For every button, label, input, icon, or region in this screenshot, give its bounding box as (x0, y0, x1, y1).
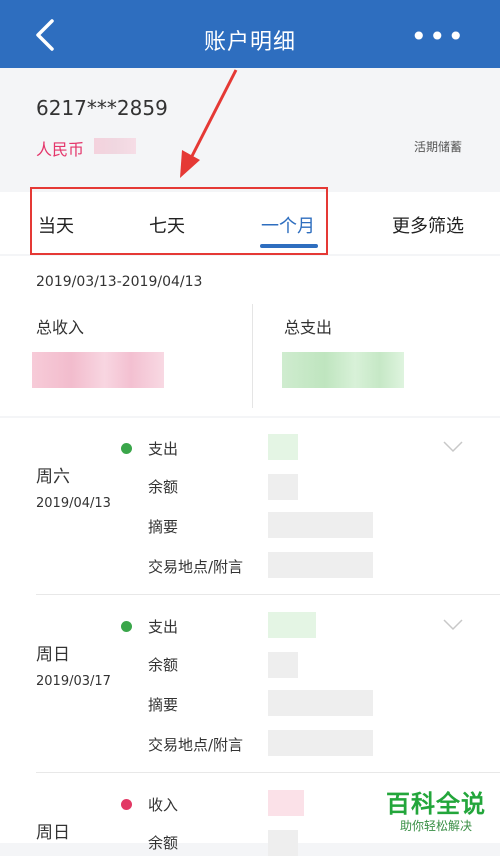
blurred-value (268, 474, 298, 500)
active-tab-indicator (260, 244, 318, 248)
tab-today[interactable]: 当天 (38, 212, 74, 238)
transaction-date: 2019/04/13 (36, 496, 111, 511)
watermark-title: 百科全说 (386, 790, 486, 818)
transaction-type: 支出 (148, 440, 179, 458)
weekday: 周日 (36, 823, 70, 843)
tab-seven-days[interactable]: 七天 (149, 212, 185, 238)
field-summary: 摘要 (148, 696, 179, 714)
total-income-label: 总收入 (36, 318, 85, 337)
blurred-value (268, 552, 373, 578)
transaction-list: 支出 周六 2019/04/13 余额 摘要 交易地点/附言 支出 周日 201… (0, 418, 500, 856)
period-tabs: 当天 七天 一个月 更多筛选 (0, 192, 500, 254)
field-balance: 余额 (148, 478, 179, 496)
summary-divider (252, 304, 253, 408)
blurred-income-amount (32, 352, 164, 388)
blurred-amount (268, 612, 316, 638)
field-balance: 余额 (148, 656, 179, 674)
field-summary: 摘要 (148, 518, 179, 536)
tab-one-month[interactable]: 一个月 (261, 212, 315, 238)
field-location-note: 交易地点/附言 (148, 558, 244, 576)
blurred-value (268, 652, 298, 678)
blurred-amount (268, 434, 298, 460)
transaction-entry[interactable]: 支出 周日 2019/03/17 余额 摘要 交易地点/附言 (0, 596, 500, 774)
date-range: 2019/03/13-2019/04/13 (36, 274, 203, 290)
blurred-value (268, 830, 298, 856)
list-divider (36, 772, 500, 773)
chevron-down-icon[interactable] (442, 440, 464, 454)
chevron-down-icon[interactable] (442, 618, 464, 632)
expense-dot-icon (121, 621, 132, 632)
blurred-value (268, 512, 373, 538)
currency-label: 人民币 (36, 140, 85, 159)
list-divider (36, 594, 500, 595)
blurred-amount (268, 790, 304, 816)
transaction-type: 支出 (148, 618, 179, 636)
account-info: 6217***2859 人民币 活期储蓄 (0, 68, 500, 192)
expense-dot-icon (121, 443, 132, 454)
total-expense-label: 总支出 (284, 318, 333, 337)
account-type: 活期储蓄 (413, 140, 462, 154)
more-options-icon[interactable]: ••• (410, 20, 466, 53)
transaction-type: 收入 (148, 796, 179, 814)
income-dot-icon (121, 799, 132, 810)
watermark-subtitle: 助你轻松解决 (399, 819, 472, 833)
account-number: 6217***2859 (36, 96, 168, 120)
blurred-balance (94, 138, 136, 154)
watermark-logo: 百科全说 助你轻松解决 (386, 784, 486, 834)
blurred-value (268, 690, 373, 716)
tab-more-filters[interactable]: 更多筛选 (392, 212, 464, 238)
app-header: 账户明细 ••• (0, 0, 500, 68)
weekday: 周日 (36, 645, 70, 665)
summary-panel: 2019/03/13-2019/04/13 总收入 总支出 (0, 256, 500, 416)
transaction-entry[interactable]: 支出 周六 2019/04/13 余额 摘要 交易地点/附言 (0, 418, 500, 596)
transaction-date: 2019/03/17 (36, 674, 111, 689)
weekday: 周六 (36, 467, 70, 487)
blurred-value (268, 730, 373, 756)
field-location-note: 交易地点/附言 (148, 736, 244, 754)
blurred-expense-amount (282, 352, 404, 388)
